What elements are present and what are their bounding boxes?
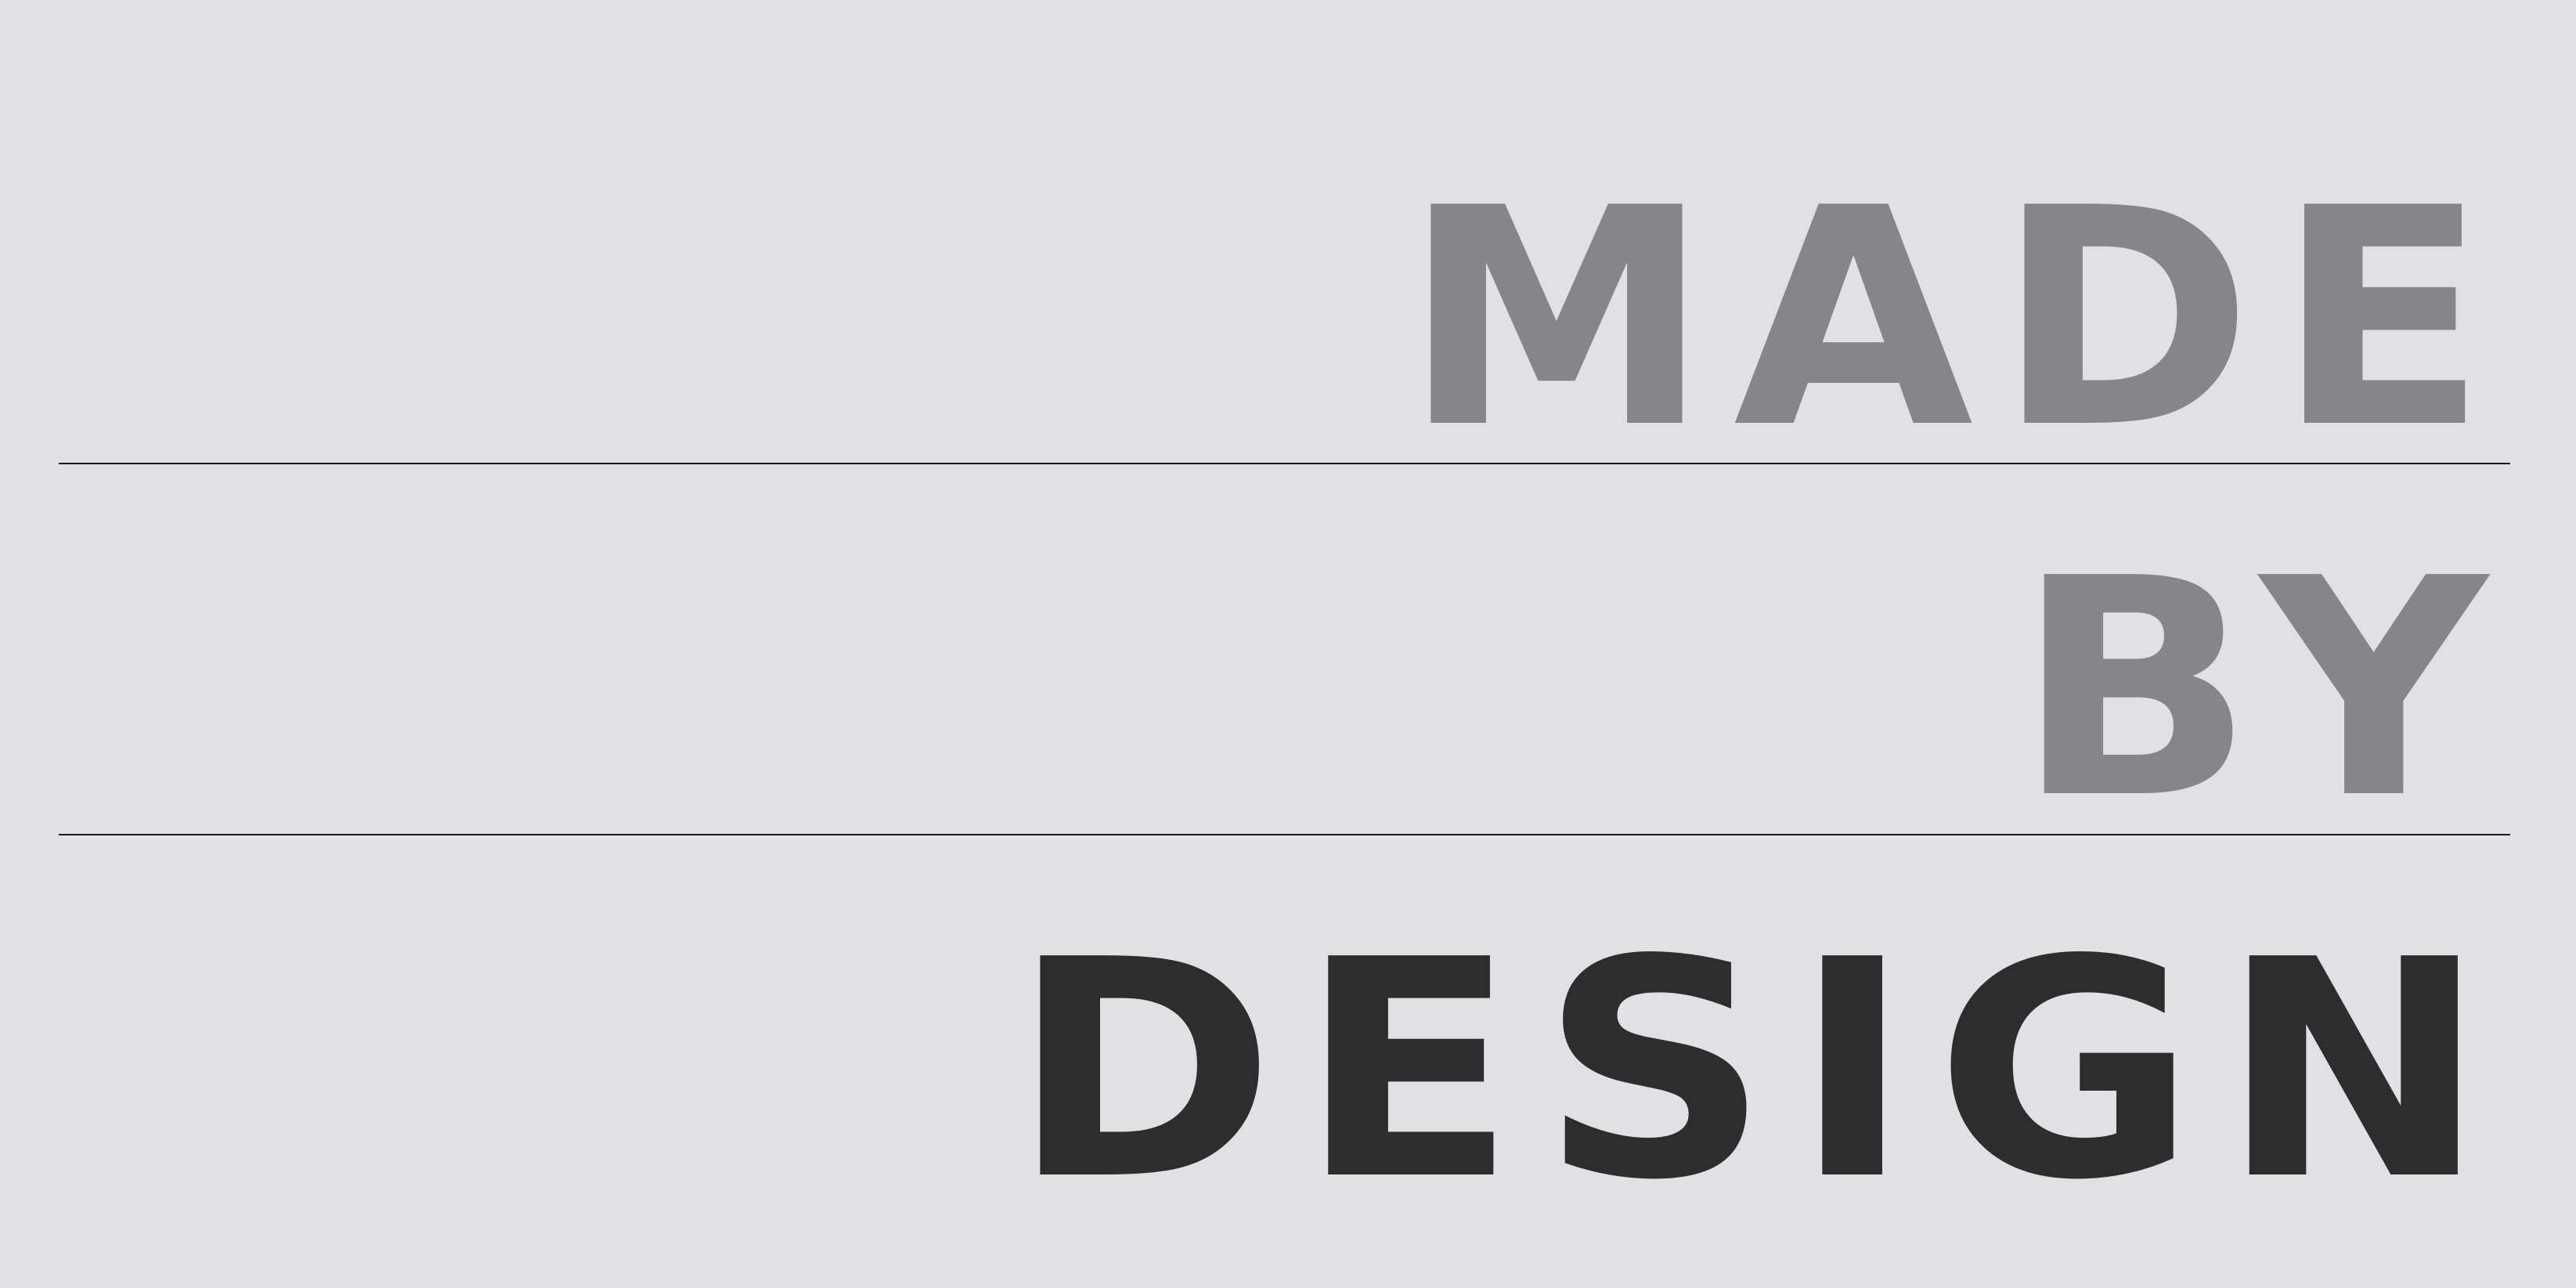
- word-design: DESIGN: [1011, 896, 2510, 1246]
- word-by: BY: [2015, 514, 2510, 864]
- poster-artwork: MADE BY DESIGN: [59, 144, 2510, 1246]
- word-made: MADE: [1402, 144, 2510, 494]
- poster: MADE BY DESIGN: [0, 0, 2576, 1288]
